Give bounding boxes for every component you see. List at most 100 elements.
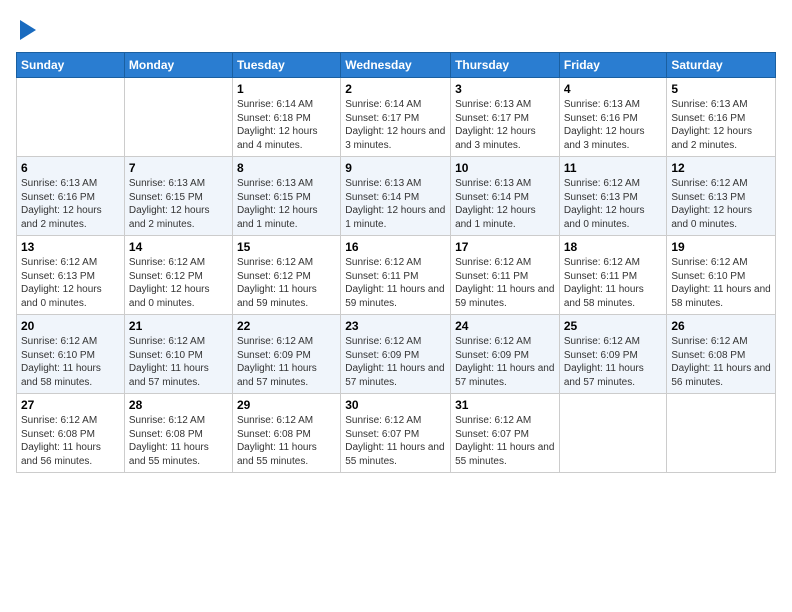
day-info: Sunrise: 6:13 AM Sunset: 6:14 PM Dayligh… [455,177,555,231]
calendar-cell [17,78,125,157]
day-info: Sunrise: 6:12 AM Sunset: 6:12 PM Dayligh… [237,256,336,310]
calendar-cell: 1Sunrise: 6:14 AM Sunset: 6:18 PM Daylig… [232,78,340,157]
day-number: 5 [671,82,771,96]
day-number: 24 [455,319,555,333]
calendar-week-row: 13 Sunrise: 6:12 AM Sunset: 6:13 PM Dayli… [17,236,776,315]
day-number: 14 [129,240,228,254]
day-info: Sunrise: 6:12 AM Sunset: 6:09 PM Dayligh… [564,335,663,389]
day-info: Sunrise: 6:12 AM Sunset: 6:13 PM Dayligh… [21,256,120,310]
day-info: Sunrise: 6:14 AM Sunset: 6:18 PM Dayligh… [237,98,336,152]
calendar-cell: 30 Sunrise: 6:12 AM Sunset: 6:07 PM Dayli… [341,394,451,473]
day-info: Sunrise: 6:12 AM Sunset: 6:09 PM Dayligh… [455,335,555,389]
day-info: Sunrise: 6:14 AM Sunset: 6:17 PM Dayligh… [345,98,446,152]
day-info: Sunrise: 6:12 AM Sunset: 6:10 PM Dayligh… [129,335,228,389]
calendar-cell: 18Sunrise: 6:12 AM Sunset: 6:11 PM Dayli… [559,236,667,315]
day-info: Sunrise: 6:13 AM Sunset: 6:15 PM Dayligh… [237,177,336,231]
day-info: Sunrise: 6:12 AM Sunset: 6:11 PM Dayligh… [345,256,446,310]
calendar-cell: 15 Sunrise: 6:12 AM Sunset: 6:12 PM Dayli… [232,236,340,315]
day-info: Sunrise: 6:12 AM Sunset: 6:08 PM Dayligh… [671,335,771,389]
calendar-cell: 8 Sunrise: 6:13 AM Sunset: 6:15 PM Daylig… [232,157,340,236]
calendar-cell: 7 Sunrise: 6:13 AM Sunset: 6:15 PM Daylig… [124,157,232,236]
day-info: Sunrise: 6:12 AM Sunset: 6:10 PM Dayligh… [671,256,771,310]
day-number: 29 [237,398,336,412]
calendar-cell: 23 Sunrise: 6:12 AM Sunset: 6:09 PM Dayli… [341,315,451,394]
page-header [16,16,776,40]
day-info: Sunrise: 6:13 AM Sunset: 6:17 PM Dayligh… [455,98,555,152]
day-number: 13 [21,240,120,254]
calendar-cell: 14Sunrise: 6:12 AM Sunset: 6:12 PM Dayli… [124,236,232,315]
day-number: 27 [21,398,120,412]
calendar-cell: 4Sunrise: 6:13 AM Sunset: 6:16 PM Daylig… [559,78,667,157]
day-info: Sunrise: 6:12 AM Sunset: 6:08 PM Dayligh… [129,414,228,468]
calendar-week-row: 6 Sunrise: 6:13 AM Sunset: 6:16 PM Daylig… [17,157,776,236]
day-info: Sunrise: 6:12 AM Sunset: 6:08 PM Dayligh… [237,414,336,468]
day-info: Sunrise: 6:13 AM Sunset: 6:15 PM Dayligh… [129,177,228,231]
calendar-cell: 19 Sunrise: 6:12 AM Sunset: 6:10 PM Dayli… [667,236,776,315]
calendar-table: SundayMondayTuesdayWednesdayThursdayFrid… [16,52,776,473]
day-number: 18 [564,240,663,254]
day-number: 17 [455,240,555,254]
day-number: 31 [455,398,555,412]
calendar-cell: 13 Sunrise: 6:12 AM Sunset: 6:13 PM Dayli… [17,236,125,315]
day-header-monday: Monday [124,53,232,78]
calendar-cell [559,394,667,473]
day-info: Sunrise: 6:12 AM Sunset: 6:09 PM Dayligh… [237,335,336,389]
calendar-cell: 31 Sunrise: 6:12 AM Sunset: 6:07 PM Dayli… [451,394,560,473]
calendar-cell [667,394,776,473]
calendar-week-row: 27 Sunrise: 6:12 AM Sunset: 6:08 PM Dayli… [17,394,776,473]
day-number: 23 [345,319,446,333]
calendar-cell: 27 Sunrise: 6:12 AM Sunset: 6:08 PM Dayli… [17,394,125,473]
day-header-saturday: Saturday [667,53,776,78]
day-info: Sunrise: 6:12 AM Sunset: 6:08 PM Dayligh… [21,414,120,468]
day-number: 25 [564,319,663,333]
calendar-cell: 29 Sunrise: 6:12 AM Sunset: 6:08 PM Dayli… [232,394,340,473]
logo [16,16,36,40]
day-info: Sunrise: 6:12 AM Sunset: 6:11 PM Dayligh… [455,256,555,310]
day-number: 21 [129,319,228,333]
logo-arrow-icon [20,20,36,40]
day-number: 20 [21,319,120,333]
calendar-cell: 10 Sunrise: 6:13 AM Sunset: 6:14 PM Dayli… [451,157,560,236]
day-number: 15 [237,240,336,254]
day-info: Sunrise: 6:13 AM Sunset: 6:16 PM Dayligh… [564,98,663,152]
calendar-week-row: 20 Sunrise: 6:12 AM Sunset: 6:10 PM Dayli… [17,315,776,394]
day-info: Sunrise: 6:12 AM Sunset: 6:13 PM Dayligh… [671,177,771,231]
calendar-header-row: SundayMondayTuesdayWednesdayThursdayFrid… [17,53,776,78]
day-header-friday: Friday [559,53,667,78]
calendar-cell: 16 Sunrise: 6:12 AM Sunset: 6:11 PM Dayli… [341,236,451,315]
calendar-cell: 17 Sunrise: 6:12 AM Sunset: 6:11 PM Dayli… [451,236,560,315]
calendar-body: 1Sunrise: 6:14 AM Sunset: 6:18 PM Daylig… [17,78,776,473]
day-info: Sunrise: 6:12 AM Sunset: 6:10 PM Dayligh… [21,335,120,389]
day-number: 12 [671,161,771,175]
day-info: Sunrise: 6:12 AM Sunset: 6:07 PM Dayligh… [455,414,555,468]
day-number: 22 [237,319,336,333]
day-number: 19 [671,240,771,254]
calendar-cell: 11Sunrise: 6:12 AM Sunset: 6:13 PM Dayli… [559,157,667,236]
day-number: 7 [129,161,228,175]
calendar-cell: 28Sunrise: 6:12 AM Sunset: 6:08 PM Dayli… [124,394,232,473]
day-header-thursday: Thursday [451,53,560,78]
day-number: 3 [455,82,555,96]
day-number: 26 [671,319,771,333]
calendar-cell: 9Sunrise: 6:13 AM Sunset: 6:14 PM Daylig… [341,157,451,236]
calendar-cell: 3 Sunrise: 6:13 AM Sunset: 6:17 PM Daylig… [451,78,560,157]
day-number: 8 [237,161,336,175]
day-header-tuesday: Tuesday [232,53,340,78]
day-number: 11 [564,161,663,175]
day-info: Sunrise: 6:12 AM Sunset: 6:07 PM Dayligh… [345,414,446,468]
calendar-cell: 12 Sunrise: 6:12 AM Sunset: 6:13 PM Dayli… [667,157,776,236]
calendar-cell: 20 Sunrise: 6:12 AM Sunset: 6:10 PM Dayli… [17,315,125,394]
day-number: 2 [345,82,446,96]
day-number: 30 [345,398,446,412]
day-info: Sunrise: 6:12 AM Sunset: 6:09 PM Dayligh… [345,335,446,389]
calendar-cell: 21 Sunrise: 6:12 AM Sunset: 6:10 PM Dayli… [124,315,232,394]
day-number: 10 [455,161,555,175]
calendar-cell: 6 Sunrise: 6:13 AM Sunset: 6:16 PM Daylig… [17,157,125,236]
calendar-cell: 5Sunrise: 6:13 AM Sunset: 6:16 PM Daylig… [667,78,776,157]
day-number: 6 [21,161,120,175]
day-info: Sunrise: 6:13 AM Sunset: 6:16 PM Dayligh… [21,177,120,231]
day-number: 16 [345,240,446,254]
day-number: 9 [345,161,446,175]
calendar-week-row: 1Sunrise: 6:14 AM Sunset: 6:18 PM Daylig… [17,78,776,157]
calendar-cell: 22 Sunrise: 6:12 AM Sunset: 6:09 PM Dayli… [232,315,340,394]
